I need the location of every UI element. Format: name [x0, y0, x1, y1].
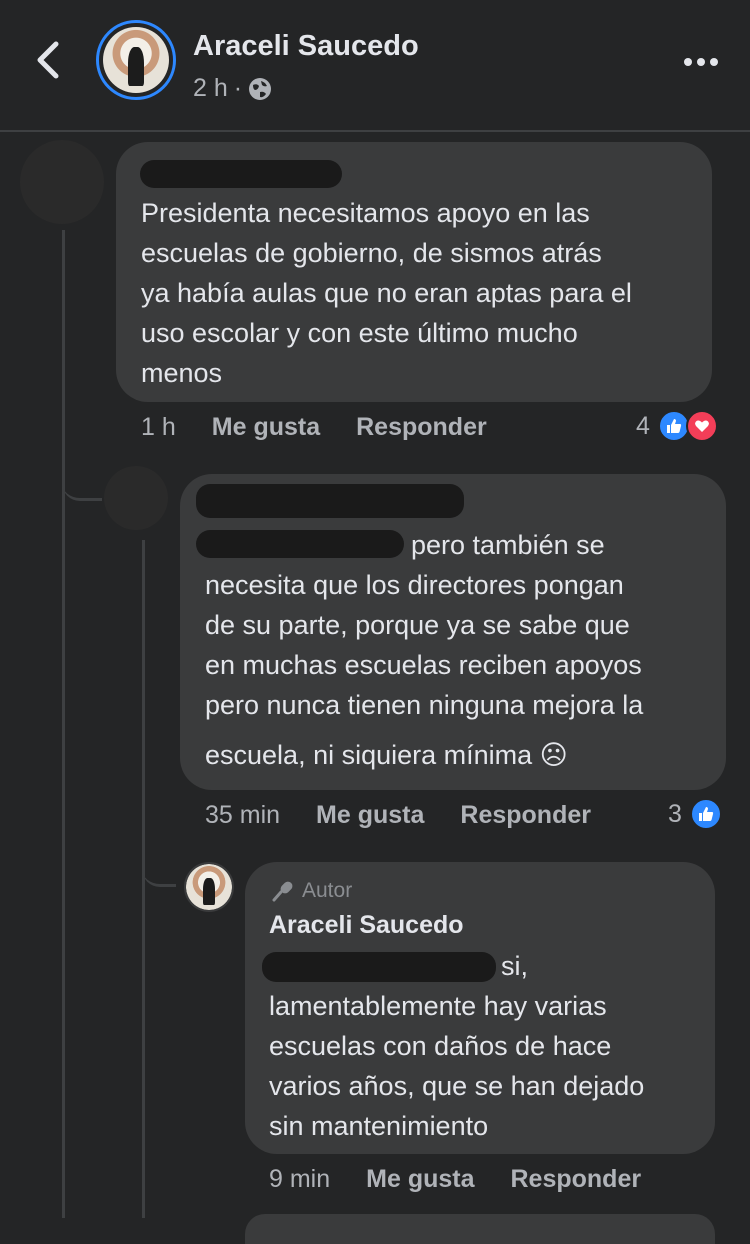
like-button[interactable]: Me gusta — [212, 413, 320, 442]
reply-author-name[interactable]: Araceli Saucedo — [269, 911, 464, 940]
post-meta: 2 h · — [193, 74, 272, 103]
post-time: 2 h — [193, 74, 228, 102]
like-button[interactable]: Me gusta — [316, 801, 424, 830]
author-badge-label: Autor — [302, 879, 353, 902]
reply-button[interactable]: Responder — [460, 801, 591, 830]
post-header: Araceli Saucedo 2 h · — [0, 0, 750, 132]
comment-actions: 9 min Me gusta Responder — [269, 1165, 641, 1194]
like-button[interactable]: Me gusta — [366, 1165, 474, 1194]
comment-time: 9 min — [269, 1165, 331, 1193]
commenter-avatar[interactable] — [20, 140, 104, 224]
reaction-count: 4 — [636, 411, 650, 440]
reply-button[interactable]: Responder — [511, 1165, 642, 1194]
reply-button[interactable]: Responder — [356, 413, 487, 442]
redacted-name — [140, 160, 342, 188]
reaction-count: 3 — [668, 799, 682, 828]
reactions[interactable]: 3 — [668, 798, 722, 830]
author-reply-avatar[interactable] — [184, 862, 234, 912]
comment-actions: 35 min Me gusta Responder — [205, 801, 591, 830]
author-badge: Autor — [270, 878, 352, 904]
more-options-icon[interactable] — [684, 58, 724, 68]
comment-time: 35 min — [205, 801, 281, 829]
thread-connector-1 — [62, 440, 102, 501]
comment-text: si, lamentablemente hay varias escuelas … — [269, 951, 645, 1141]
comment-text: Presidenta necesitamos apoyo en las escu… — [141, 198, 632, 388]
commenter-avatar[interactable] — [104, 466, 168, 530]
author-name[interactable]: Araceli Saucedo — [193, 30, 419, 63]
back-arrow-icon[interactable] — [30, 38, 66, 82]
redacted-name — [196, 484, 464, 518]
thread-connector-2 — [142, 830, 176, 887]
love-reaction-icon — [685, 410, 718, 442]
microphone-icon — [272, 881, 293, 902]
comment-actions: 1 h Me gusta Responder — [141, 413, 487, 442]
comment-time: 1 h — [141, 413, 176, 441]
comment-text: pero también se necesita que los directo… — [205, 530, 644, 770]
globe-icon — [249, 77, 272, 100]
like-reaction-icon — [689, 798, 722, 830]
thread-line-main — [62, 230, 65, 1218]
reactions[interactable]: 4 — [636, 410, 718, 442]
author-avatar[interactable] — [96, 20, 176, 100]
next-comment-bubble — [245, 1214, 715, 1244]
meta-separator: · — [233, 74, 243, 102]
